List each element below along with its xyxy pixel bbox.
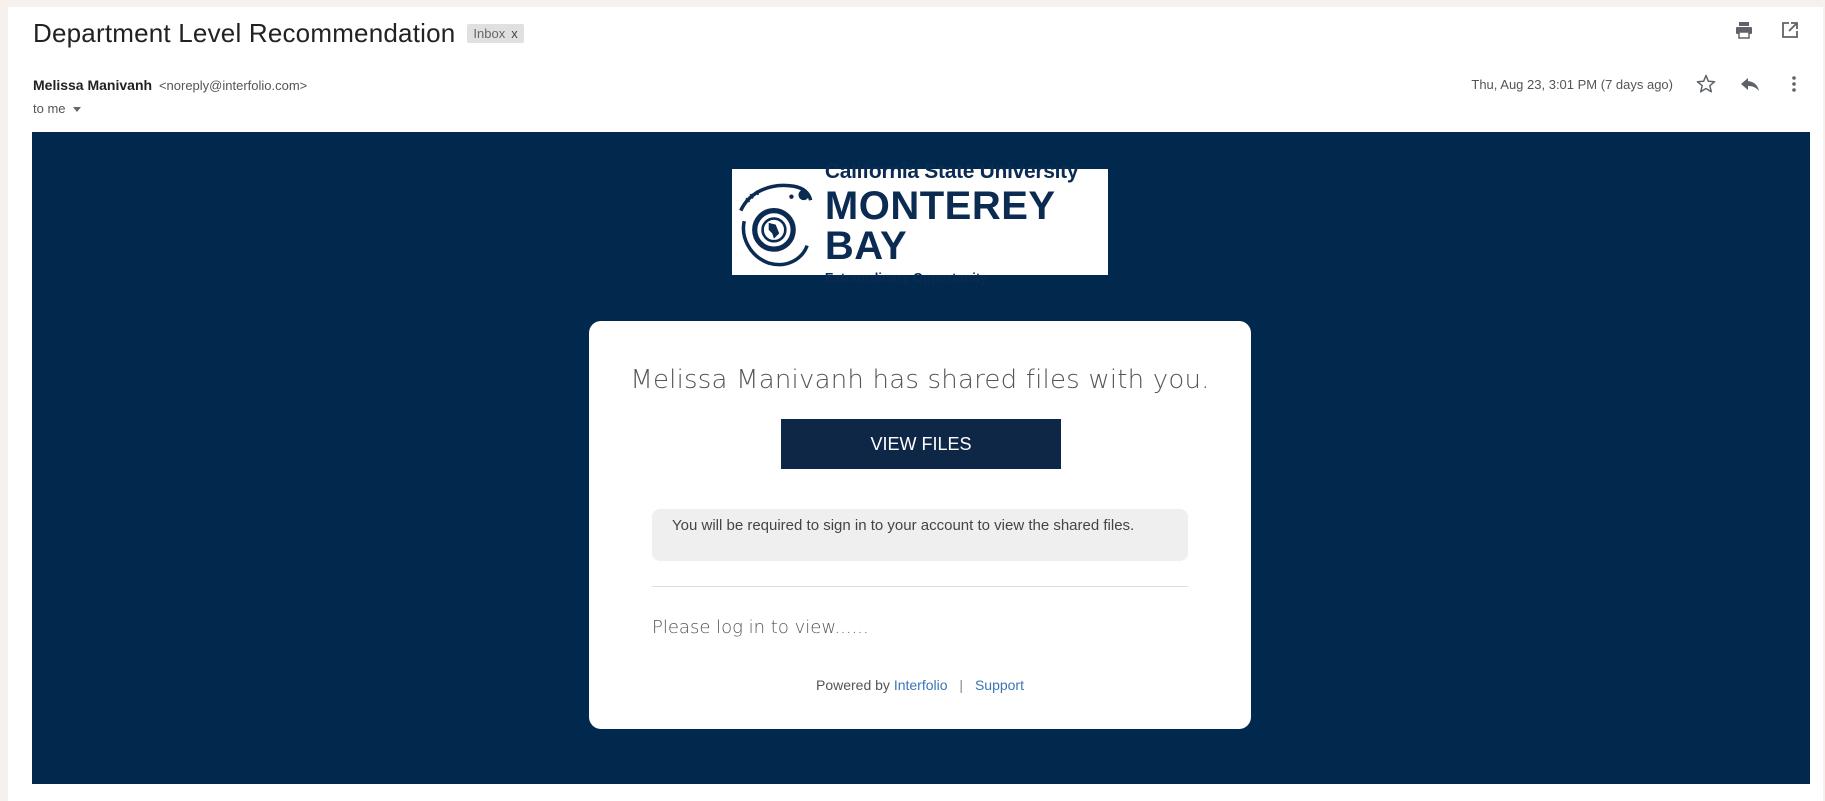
message-meta: Thu, Aug 23, 3:01 PM (7 days ago): [1471, 73, 1805, 95]
open-in-new-window-icon[interactable]: [1779, 19, 1801, 41]
card-footer: Powered by Interfolio | Support: [589, 677, 1251, 693]
email-body-banner: California State University MONTEREY BAY…: [32, 132, 1810, 784]
logo-line-university: California State University: [824, 159, 1079, 183]
remove-label-button[interactable]: x: [511, 26, 518, 41]
sender-row: Melissa Manivanh <noreply@interfolio.com…: [33, 77, 307, 93]
label-text: Inbox: [473, 25, 506, 41]
csumb-logo: California State University MONTEREY BAY…: [732, 161, 1108, 284]
interfolio-link[interactable]: Interfolio: [894, 677, 948, 693]
star-icon[interactable]: [1695, 73, 1717, 95]
powered-by-text: Powered by: [816, 677, 890, 693]
logo-wordmark: California State University MONTEREY BAY…: [825, 161, 1108, 284]
share-card-title: Melissa Manivanh has shared files with y…: [630, 365, 1210, 395]
thread-actions: [1733, 19, 1801, 41]
sign-in-notice: You will be required to sign in to your …: [652, 509, 1188, 561]
print-icon[interactable]: [1733, 19, 1755, 41]
logo-line-tagline: Extraordinary Opportunity: [824, 269, 988, 285]
email-subject: Department Level Recommendation: [33, 17, 456, 48]
recipient-details-toggle[interactable]: to me: [33, 101, 81, 116]
sender-email: <noreply@interfolio.com>: [158, 78, 308, 93]
more-vert-icon[interactable]: [1783, 73, 1805, 95]
subject-row: Department Level Recommendation Inbox x: [33, 13, 524, 53]
email-view: Department Level Recommendation Inbox x …: [8, 7, 1823, 801]
sea-otter-logo-icon: [739, 183, 813, 267]
chevron-down-icon: [72, 107, 81, 112]
message-date: Thu, Aug 23, 3:01 PM (7 days ago): [1471, 76, 1673, 92]
inbox-label-chip[interactable]: Inbox x: [467, 23, 524, 43]
divider: [652, 586, 1188, 587]
reply-icon[interactable]: [1739, 73, 1761, 95]
share-card: Melissa Manivanh has shared files with y…: [589, 321, 1251, 729]
logo-line-campus: MONTEREY BAY: [824, 183, 1055, 268]
recipient-text: to me: [33, 101, 66, 116]
support-link[interactable]: Support: [975, 677, 1024, 693]
view-files-button[interactable]: VIEW FILES: [781, 419, 1061, 469]
sender-name[interactable]: Melissa Manivanh: [33, 77, 152, 93]
sender-message: Please log in to view......: [652, 617, 869, 638]
footer-separator: |: [959, 677, 964, 693]
